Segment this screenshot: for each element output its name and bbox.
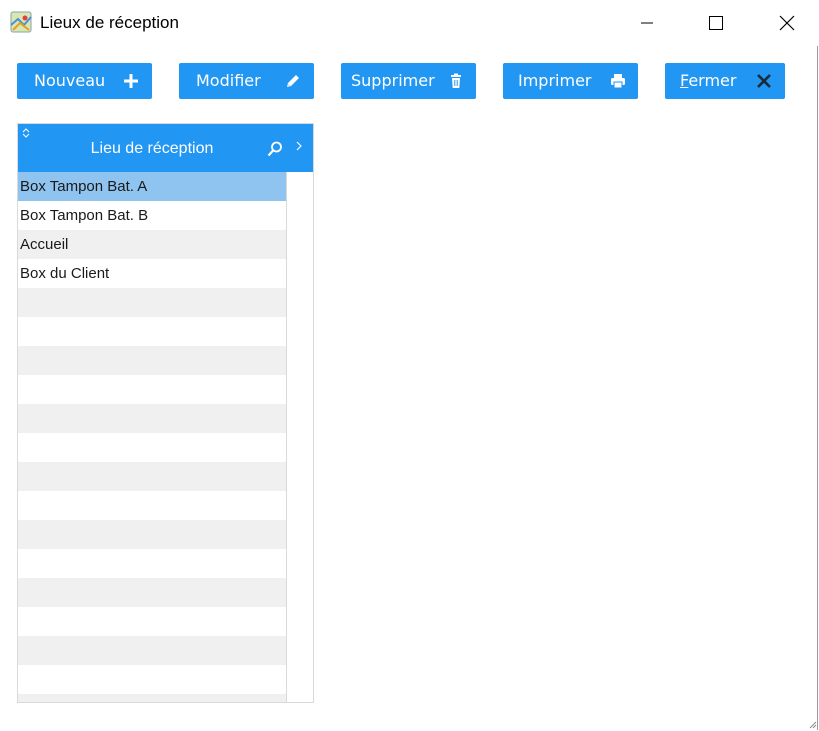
table-row[interactable]: Box du Client (18, 259, 286, 288)
delete-button[interactable]: Supprimer (341, 63, 476, 99)
empty-row (18, 462, 286, 491)
empty-row (18, 607, 286, 636)
pencil-icon (287, 75, 299, 87)
close-icon (779, 15, 795, 31)
empty-row (18, 346, 286, 375)
table-row[interactable]: Box Tampon Bat. A (18, 172, 286, 201)
close-button[interactable]: Fermer (665, 63, 785, 99)
map-icon (10, 11, 32, 33)
empty-row (18, 288, 286, 317)
empty-row (18, 375, 286, 404)
trash-icon (451, 73, 461, 88)
new-button[interactable]: Nouveau (17, 63, 152, 99)
title-bar: Lieux de réception (0, 0, 819, 46)
modify-button[interactable]: Modifier (179, 63, 314, 99)
window-title: Lieux de réception (40, 13, 179, 32)
row-label: Box Tampon Bat. B (20, 207, 149, 224)
empty-row (18, 317, 286, 346)
row-label: Box Tampon Bat. A (20, 178, 148, 195)
x-icon (757, 74, 771, 88)
chevron-right-icon[interactable] (294, 140, 304, 152)
empty-row (18, 520, 286, 549)
empty-row (18, 491, 286, 520)
printer-icon (611, 74, 625, 89)
row-label: Box du Client (20, 265, 110, 282)
empty-row (18, 549, 286, 578)
row-label: Accueil (20, 236, 69, 253)
print-button[interactable]: Imprimer (503, 63, 638, 99)
vertical-scrollbar-area[interactable] (286, 172, 313, 702)
table-header: Lieu de réception (18, 124, 313, 172)
empty-row (18, 578, 286, 607)
new-button-label: Nouveau (34, 71, 106, 90)
plus-icon (124, 74, 138, 88)
maximize-button[interactable] (693, 0, 739, 46)
empty-row (18, 665, 286, 694)
empty-row (18, 636, 286, 665)
reception-locations-table: Lieu de réception Box Tampon Bat. A Box … (17, 123, 314, 703)
table-row[interactable]: Box Tampon Bat. B (18, 201, 286, 230)
column-header-lieu[interactable]: Lieu de réception (18, 140, 286, 158)
sort-icon[interactable] (21, 127, 31, 139)
close-button-label: Fermer (680, 71, 736, 90)
print-button-label: Imprimer (518, 71, 592, 90)
table-body: Box Tampon Bat. A Box Tampon Bat. B Accu… (18, 172, 286, 702)
modify-button-label: Modifier (196, 71, 261, 90)
resize-grip-icon[interactable] (807, 719, 817, 729)
empty-row (18, 404, 286, 433)
delete-button-label: Supprimer (351, 71, 435, 90)
empty-row (18, 694, 286, 702)
close-window-button[interactable] (764, 0, 810, 46)
minimize-icon (641, 22, 653, 24)
empty-row (18, 433, 286, 462)
search-icon[interactable] (266, 140, 284, 158)
minimize-button[interactable] (624, 0, 670, 46)
close-button-label-rest: ermer (688, 71, 737, 90)
table-row[interactable]: Accueil (18, 230, 286, 259)
maximize-icon (709, 16, 723, 30)
